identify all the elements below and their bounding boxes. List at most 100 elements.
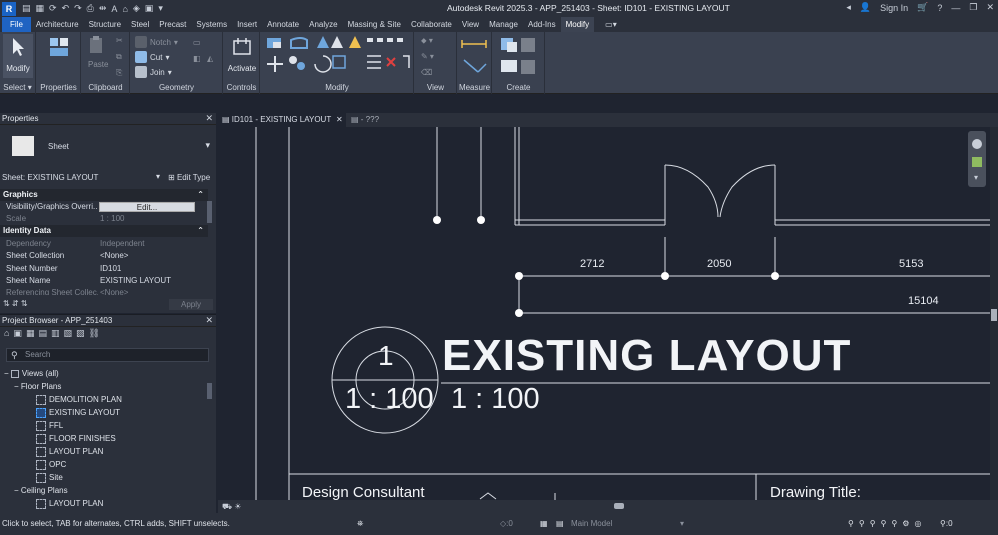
- text-icon[interactable]: A: [111, 4, 117, 14]
- activate-button[interactable]: Activate: [227, 34, 257, 78]
- hide-icon[interactable]: ⬥ ▾: [421, 36, 433, 46]
- instance-selector[interactable]: Sheet: EXISTING LAYOUT ▾ ⊞ Edit Type: [0, 171, 216, 185]
- save-icon[interactable]: ▦: [36, 3, 45, 14]
- match-type-icon[interactable]: ⎘: [116, 68, 122, 78]
- prop-sheet-name[interactable]: Sheet Name EXISTING LAYOUT: [0, 275, 206, 287]
- properties-help-icons[interactable]: ⇅ ⇵ ⇅: [3, 299, 28, 308]
- view-title[interactable]: EXISTING LAYOUT: [442, 331, 851, 381]
- zoom-icon[interactable]: [972, 157, 982, 167]
- notch-button[interactable]: Notch ▾: [135, 36, 178, 48]
- nav-dropdown-icon[interactable]: ▾: [974, 173, 978, 182]
- split-face-icon[interactable]: ◧: [193, 54, 201, 63]
- wall-joins-icon[interactable]: ▭: [193, 38, 201, 47]
- tree-item-floor-finishes[interactable]: FLOOR FINISHES: [36, 434, 116, 444]
- tab-insert[interactable]: Insert: [232, 17, 262, 32]
- tab-steel[interactable]: Steel: [126, 17, 154, 32]
- paste-button[interactable]: [88, 36, 104, 54]
- tab-architecture[interactable]: Architecture: [31, 17, 84, 32]
- tab-file[interactable]: File: [2, 17, 31, 32]
- type-dropdown-icon[interactable]: ▾: [205, 140, 210, 151]
- sheet-drawing[interactable]: [218, 127, 990, 500]
- revit-logo[interactable]: R: [2, 1, 16, 16]
- properties-button[interactable]: [44, 34, 74, 78]
- apply-button[interactable]: Apply: [169, 299, 213, 310]
- paint-icon[interactable]: ◭: [207, 54, 213, 63]
- collapse-icon[interactable]: ⌃: [197, 225, 204, 237]
- group-identity-data[interactable]: Identity Data ⌃: [0, 225, 208, 237]
- tree-ceiling-plans[interactable]: − Ceiling Plans: [14, 486, 68, 495]
- tab-add-ins[interactable]: Add-Ins: [523, 17, 561, 32]
- view-scale-text[interactable]: 1 : 100: [451, 383, 540, 416]
- horizontal-scroll-thumb[interactable]: [614, 503, 624, 509]
- view-tab-second[interactable]: ▤ - ???: [351, 113, 379, 127]
- tab-collaborate[interactable]: Collaborate: [406, 17, 457, 32]
- cut-scissors-icon[interactable]: ✂: [116, 36, 123, 45]
- tab-structure[interactable]: Structure: [84, 17, 126, 32]
- tab-manage[interactable]: Manage: [484, 17, 523, 32]
- tree-views-all[interactable]: − Views (all): [4, 369, 59, 378]
- close-view-tab-icon[interactable]: ✕: [336, 113, 343, 127]
- back-icon[interactable]: ◂: [846, 2, 851, 13]
- edit-type-button[interactable]: ⊞ Edit Type: [168, 173, 210, 182]
- help-icon[interactable]: ?: [937, 3, 942, 13]
- selection-filters-icons[interactable]: ⚲⚲⚲⚲⚲⚙◎: [848, 513, 926, 535]
- customize-icon[interactable]: ▾: [158, 3, 163, 14]
- instance-dropdown-icon[interactable]: ▾: [156, 172, 160, 181]
- tree-item-layout-plan[interactable]: LAYOUT PLAN: [36, 447, 103, 457]
- undo-icon[interactable]: ↶: [62, 3, 70, 14]
- tab-view[interactable]: View: [457, 17, 484, 32]
- prop-sheet-collection[interactable]: Sheet Collection <None>: [0, 250, 206, 262]
- drawing-canvas[interactable]: 2712 2050 5153 15104 1 EXISTING LAYOUT 1…: [218, 127, 990, 500]
- view-tab-active[interactable]: ▤ ID101 - EXISTING LAYOUT: [218, 113, 346, 127]
- dimension-15104[interactable]: 15104: [908, 295, 939, 307]
- tree-item-site[interactable]: Site: [36, 473, 63, 483]
- horizontal-scrollbar[interactable]: ⛟ ☀: [218, 500, 998, 513]
- measure-tools[interactable]: [460, 34, 490, 80]
- tab-annotate[interactable]: Annotate: [262, 17, 304, 32]
- ribbon-display-toggle[interactable]: ▭▾: [600, 17, 622, 32]
- 3d-view-icon[interactable]: ⌂: [122, 4, 127, 14]
- design-options-icon[interactable]: ▦: [540, 513, 548, 535]
- minimize-icon[interactable]: —: [951, 3, 960, 13]
- close-window-icon[interactable]: ✕: [986, 2, 994, 13]
- worksets-icon[interactable]: ⛯: [357, 513, 363, 535]
- dimension-2712[interactable]: 2712: [580, 258, 604, 270]
- browser-toolbar[interactable]: ⌂▣▦▤▥▧▨⛓: [4, 328, 104, 339]
- user-icon[interactable]: 👤: [860, 2, 871, 13]
- section-icon[interactable]: ◈: [133, 3, 140, 14]
- restore-icon[interactable]: ❐: [969, 2, 977, 13]
- view-scale-tag[interactable]: 1 : 100: [345, 383, 434, 416]
- tree-item-existing-layout[interactable]: EXISTING LAYOUT: [36, 408, 120, 418]
- filter-icon[interactable]: ⚲:0: [940, 513, 953, 535]
- select-dropdown[interactable]: Select ▾: [0, 83, 35, 92]
- tab-systems[interactable]: Systems: [191, 17, 232, 32]
- tab-analyze[interactable]: Analyze: [304, 17, 342, 32]
- redo-icon[interactable]: ↷: [74, 3, 82, 14]
- sync-icon[interactable]: ⟳: [49, 3, 57, 14]
- dimension-2050[interactable]: 2050: [707, 258, 731, 270]
- linework-icon[interactable]: ⌫: [421, 68, 432, 77]
- tree-floor-plans[interactable]: − Floor Plans: [14, 382, 61, 391]
- steering-wheel-icon[interactable]: [972, 139, 982, 149]
- close-browser-icon[interactable]: ✕: [205, 315, 213, 326]
- override-graphics-icon[interactable]: ✎ ▾: [421, 52, 434, 61]
- group-graphics[interactable]: Graphics ⌃: [0, 189, 208, 201]
- prop-sheet-number[interactable]: Sheet Number ID101: [0, 263, 206, 275]
- tab-massing-site[interactable]: Massing & Site: [343, 17, 406, 32]
- copy-icon[interactable]: ⧉: [116, 52, 122, 62]
- measure-icon[interactable]: ⇹: [99, 3, 107, 14]
- browser-search-input[interactable]: Search: [6, 348, 209, 362]
- tree-item-opc[interactable]: OPC: [36, 460, 66, 470]
- model-dropdown-icon[interactable]: ▾: [680, 513, 684, 535]
- tab-modify[interactable]: Modify: [560, 17, 595, 32]
- tree-item-ceiling-layout-plan[interactable]: LAYOUT PLAN: [36, 499, 103, 509]
- browser-scrollbar[interactable]: [207, 383, 212, 399]
- properties-scrollbar[interactable]: [207, 201, 212, 223]
- vertical-scroll-thumb[interactable]: [991, 309, 997, 321]
- close-properties-icon[interactable]: ✕: [205, 113, 213, 124]
- modify-tools[interactable]: [263, 34, 413, 80]
- cart-icon[interactable]: 🛒: [917, 2, 928, 13]
- editing-requests-icon[interactable]: ◇:0: [500, 513, 513, 535]
- vertical-scrollbar[interactable]: [990, 127, 998, 500]
- print-icon[interactable]: ⎙: [87, 3, 94, 14]
